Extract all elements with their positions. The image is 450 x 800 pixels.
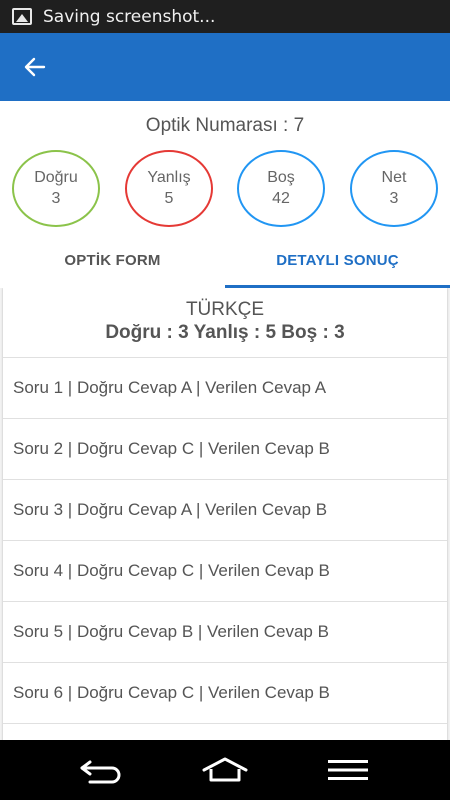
stat-dogru: Doğru 3 bbox=[12, 150, 100, 227]
stat-label: Net bbox=[381, 168, 407, 186]
question-row: Soru 3 | Doğru Cevap A | Verilen Cevap B bbox=[3, 480, 447, 541]
stat-bos: Boş 42 bbox=[237, 150, 325, 227]
tab-bar: OPTİK FORM DETAYLI SONUÇ bbox=[0, 233, 450, 288]
stat-yanlis: Yanlış 5 bbox=[125, 150, 213, 227]
back-icon bbox=[80, 760, 121, 784]
arrow-left-icon bbox=[24, 57, 46, 77]
stat-label: Boş bbox=[267, 168, 295, 186]
question-row: Soru 4 | Doğru Cevap C | Verilen Cevap B bbox=[3, 541, 447, 602]
question-row: Soru 6 | Doğru Cevap C | Verilen Cevap B bbox=[3, 663, 447, 724]
stat-value: 42 bbox=[272, 189, 290, 207]
optik-number: Optik Numarası : 7 bbox=[145, 115, 305, 136]
system-nav-bar bbox=[0, 740, 450, 800]
back-button[interactable] bbox=[20, 52, 50, 82]
nav-back-button[interactable] bbox=[72, 750, 132, 790]
stat-value: 5 bbox=[164, 189, 174, 207]
stat-net: Net 3 bbox=[350, 150, 438, 227]
subject-card: TÜRKÇE Doğru : 3 Yanlış : 5 Boş : 3 Soru… bbox=[3, 288, 447, 740]
home-icon bbox=[202, 757, 248, 782]
nav-home-button[interactable] bbox=[195, 750, 255, 790]
question-row-partial bbox=[3, 724, 447, 740]
status-bar: Saving screenshot... bbox=[0, 0, 450, 33]
menu-icon bbox=[328, 760, 369, 780]
question-row: Soru 1 | Doğru Cevap A | Verilen Cevap A bbox=[3, 358, 447, 419]
question-row: Soru 2 | Doğru Cevap C | Verilen Cevap B bbox=[3, 419, 447, 480]
results-list[interactable]: TÜRKÇE Doğru : 3 Yanlış : 5 Boş : 3 Soru… bbox=[0, 288, 450, 740]
question-row: Soru 5 | Doğru Cevap B | Verilen Cevap B bbox=[3, 602, 447, 663]
subject-title: TÜRKÇE bbox=[185, 299, 265, 320]
nav-menu-button[interactable] bbox=[318, 750, 378, 790]
section-header: TÜRKÇE Doğru : 3 Yanlış : 5 Boş : 3 bbox=[3, 288, 447, 358]
stat-label: Doğru bbox=[34, 168, 78, 186]
tab-optik-form[interactable]: OPTİK FORM bbox=[0, 233, 225, 288]
stat-label: Yanlış bbox=[147, 168, 191, 186]
stat-value: 3 bbox=[389, 189, 399, 207]
app-bar bbox=[0, 33, 450, 101]
stat-value: 3 bbox=[51, 189, 61, 207]
status-text: Saving screenshot... bbox=[43, 6, 216, 27]
subject-counts: Doğru : 3 Yanlış : 5 Boş : 3 bbox=[105, 322, 345, 343]
tab-detayli-sonuc[interactable]: DETAYLI SONUÇ bbox=[225, 233, 450, 288]
image-icon bbox=[12, 8, 32, 25]
